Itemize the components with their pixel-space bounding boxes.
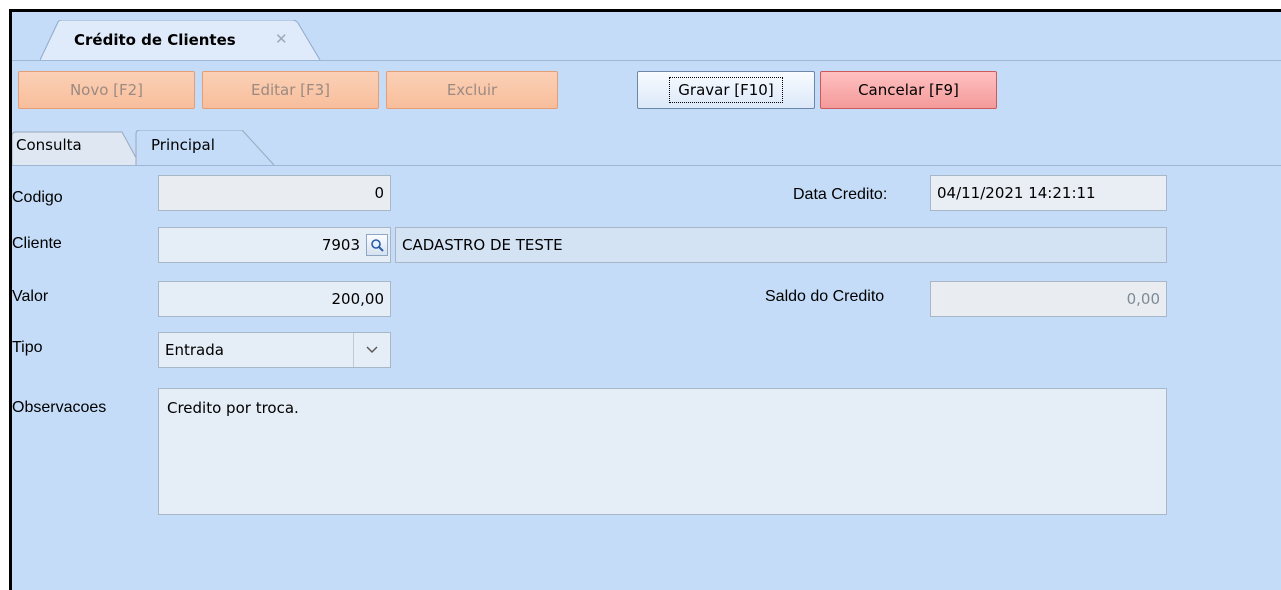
- magnifier-icon[interactable]: [366, 234, 388, 256]
- novo-button[interactable]: Novo [F2]: [18, 71, 195, 109]
- observacoes-textarea[interactable]: Credito por troca.: [158, 388, 1167, 515]
- data-credito-field[interactable]: 04/11/2021 14:21:11: [930, 175, 1167, 211]
- document-tab-title: Crédito de Clientes: [74, 31, 236, 49]
- observacoes-label: Observacoes: [12, 399, 107, 416]
- editar-button[interactable]: Editar [F3]: [202, 71, 379, 109]
- valor-field[interactable]: 200,00: [158, 281, 391, 317]
- cancelar-button[interactable]: Cancelar [F9]: [820, 71, 997, 109]
- close-icon[interactable]: ✕: [275, 30, 288, 48]
- window: Crédito de Clientes ✕ Novo [F2] Editar […: [9, 9, 1281, 590]
- gravar-button-label: Gravar [F10]: [669, 77, 783, 103]
- excluir-button[interactable]: Excluir: [386, 71, 558, 109]
- tipo-label: Tipo: [12, 339, 43, 356]
- tipo-select[interactable]: Entrada: [158, 332, 391, 368]
- saldo-label: Saldo do Credito: [765, 288, 885, 305]
- codigo-field[interactable]: 0: [158, 175, 391, 211]
- gravar-button[interactable]: Gravar [F10]: [637, 71, 815, 109]
- cliente-label: Cliente: [12, 235, 62, 252]
- cliente-name-field[interactable]: CADASTRO DE TESTE: [395, 227, 1167, 263]
- valor-label: Valor: [12, 288, 49, 305]
- chevron-down-icon[interactable]: [353, 333, 390, 367]
- tab-consulta[interactable]: Consulta: [16, 136, 82, 154]
- document-tab[interactable]: Crédito de Clientes ✕: [40, 20, 322, 61]
- cliente-code: 7903: [321, 236, 360, 254]
- cliente-code-field[interactable]: 7903: [158, 227, 391, 263]
- data-credito-label: Data Credito:: [793, 186, 888, 203]
- tab-principal[interactable]: Principal: [151, 136, 215, 154]
- saldo-field[interactable]: 0,00: [930, 281, 1167, 317]
- codigo-label: Codigo: [12, 189, 63, 206]
- tipo-value: Entrada: [165, 341, 224, 359]
